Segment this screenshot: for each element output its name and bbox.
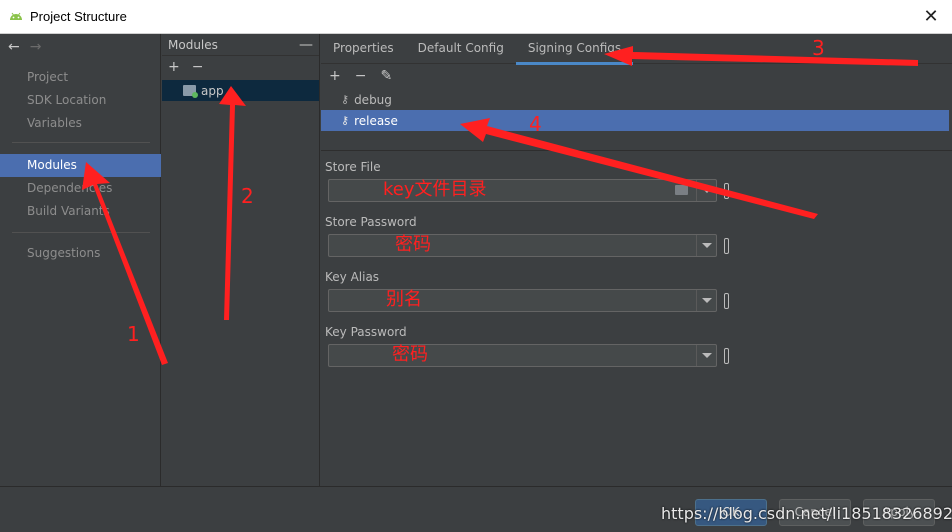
sidebar-item-project[interactable]: Project bbox=[0, 66, 161, 89]
add-config-icon[interactable]: + bbox=[329, 68, 341, 84]
store-password-annotation: 密码 bbox=[395, 234, 431, 255]
modules-header-label: Modules bbox=[168, 38, 218, 52]
sidebar-item-suggestions[interactable]: Suggestions bbox=[0, 242, 161, 265]
key-alias-label: Key Alias bbox=[325, 270, 380, 284]
module-folder-icon bbox=[183, 85, 198, 98]
store-file-combo[interactable]: key文件目录 bbox=[328, 179, 717, 202]
folder-browse-icon[interactable] bbox=[675, 185, 688, 195]
chevron-down-icon[interactable] bbox=[696, 290, 716, 311]
tab-signing-configs[interactable]: Signing Configs bbox=[515, 34, 634, 65]
store-password-label: Store Password bbox=[325, 215, 417, 229]
window-title: Project Structure bbox=[30, 9, 127, 24]
store-file-label: Store File bbox=[325, 160, 381, 174]
key-alias-annotation: 别名 bbox=[386, 289, 422, 310]
tab-properties[interactable]: Properties bbox=[321, 34, 406, 64]
key-icon: ⚷ bbox=[341, 93, 350, 106]
config-divider bbox=[321, 150, 952, 151]
signing-config-label: debug bbox=[354, 92, 392, 107]
remove-module-icon[interactable]: − bbox=[192, 59, 204, 75]
module-item-app[interactable]: app bbox=[162, 80, 319, 101]
annotation-step-4: 4 bbox=[529, 112, 542, 136]
remove-config-icon[interactable]: − bbox=[355, 68, 367, 84]
chevron-down-icon[interactable] bbox=[696, 235, 716, 256]
chevron-down-icon[interactable] bbox=[696, 345, 716, 366]
module-details-panel: Properties Default Config Signing Config… bbox=[321, 34, 952, 486]
key-password-combo[interactable]: 密码 bbox=[328, 344, 717, 367]
forward-arrow-icon[interactable]: → bbox=[30, 39, 42, 55]
watermark: https://blog.csdn.net/li18518326892 bbox=[661, 504, 952, 523]
modules-panel: Modules — + − app bbox=[162, 34, 320, 486]
store-password-combo[interactable]: 密码 bbox=[328, 234, 717, 257]
variable-toggle-icon[interactable] bbox=[724, 183, 729, 199]
title-bar: Project Structure ✕ bbox=[0, 0, 952, 34]
key-alias-combo[interactable]: 别名 bbox=[328, 289, 717, 312]
edit-config-icon[interactable]: ✎ bbox=[380, 68, 392, 84]
sidebar: ← → Project SDK Location Variables Modul… bbox=[0, 34, 161, 486]
modules-header: Modules — bbox=[162, 34, 319, 56]
sidebar-item-variables[interactable]: Variables bbox=[0, 112, 161, 135]
store-file-annotation: key文件目录 bbox=[383, 179, 487, 200]
signing-config-release[interactable]: ⚷ release bbox=[321, 110, 949, 131]
key-icon: ⚷ bbox=[341, 114, 350, 127]
close-icon[interactable]: ✕ bbox=[920, 6, 942, 28]
nav-arrows: ← → bbox=[0, 34, 160, 60]
key-password-annotation: 密码 bbox=[392, 344, 428, 365]
annotation-step-3: 3 bbox=[812, 36, 825, 60]
sidebar-divider bbox=[12, 142, 150, 143]
dialog-footer: OK Cancel Apply https://blog.csdn.net/li… bbox=[0, 486, 952, 532]
annotation-step-2: 2 bbox=[241, 184, 254, 208]
tab-bar: Properties Default Config Signing Config… bbox=[321, 34, 952, 65]
chevron-down-icon[interactable] bbox=[696, 180, 716, 201]
tab-default-config[interactable]: Default Config bbox=[406, 34, 516, 64]
sidebar-divider bbox=[12, 232, 150, 233]
annotation-step-1: 1 bbox=[127, 322, 140, 346]
collapse-icon[interactable]: — bbox=[299, 34, 313, 56]
modules-toolbar: + − bbox=[162, 56, 319, 78]
signing-config-label: release bbox=[354, 113, 398, 128]
signing-configs-toolbar: + − ✎ bbox=[321, 64, 952, 88]
sidebar-item-build-variants[interactable]: Build Variants bbox=[0, 200, 161, 223]
variable-toggle-icon[interactable] bbox=[724, 293, 729, 309]
variable-toggle-icon[interactable] bbox=[724, 348, 729, 364]
variable-toggle-icon[interactable] bbox=[724, 238, 729, 254]
android-icon bbox=[10, 12, 22, 20]
sidebar-item-modules[interactable]: Modules bbox=[0, 154, 161, 177]
signing-config-debug[interactable]: ⚷ debug bbox=[321, 89, 949, 110]
sidebar-item-dependencies[interactable]: Dependencies bbox=[0, 177, 161, 200]
back-arrow-icon[interactable]: ← bbox=[8, 39, 20, 55]
key-password-label: Key Password bbox=[325, 325, 407, 339]
add-module-icon[interactable]: + bbox=[168, 59, 180, 75]
module-item-label: app bbox=[201, 83, 224, 98]
sidebar-item-sdk-location[interactable]: SDK Location bbox=[0, 89, 161, 112]
